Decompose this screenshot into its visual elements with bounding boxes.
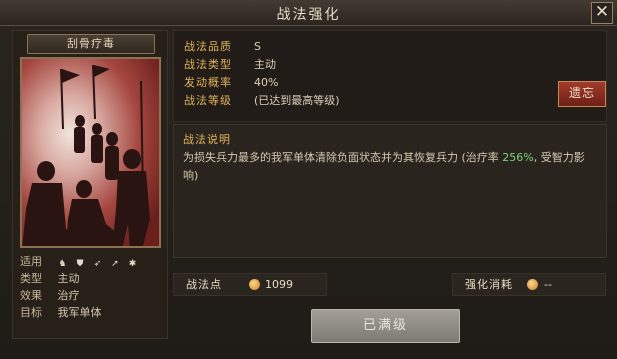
close-icon: ✕ [594, 2, 610, 22]
forget-button[interactable]: 遗忘 [558, 81, 606, 107]
tactic-points-box: 战法点 1099 [173, 273, 327, 296]
info-row-level: 战法等级 (已达到最高等级) [184, 92, 340, 108]
info-value: 主动 [254, 58, 276, 71]
stat-label: 类型 [20, 272, 42, 285]
stat-row-applicable: 适用 ♞ ⛊ ➶ ➚ ✱ [20, 253, 165, 270]
spear-icon: ➚ [111, 258, 119, 269]
tactic-artwork [20, 57, 161, 248]
description-text: 为损失兵力最多的我军单体清除负面状态并为其恢复兵力 (治疗率 256%, 受智力… [183, 149, 593, 185]
info-label: 战法等级 [184, 94, 232, 107]
max-level-button[interactable]: 已满级 [311, 309, 460, 343]
strengthen-cost-label: 强化消耗 [465, 278, 513, 291]
stat-label: 效果 [20, 289, 42, 302]
info-value: (已达到最高等级) [254, 94, 340, 107]
tactic-card: 刮骨疗毒 适用 ♞ ⛊ ➶ ➚ ✱ 类型 主动 效果 治疗 目标 我军单体 [12, 30, 168, 339]
info-label: 战法类型 [184, 58, 232, 71]
description-text-part: 为损失兵力最多的我军单体清除负面状态并为其恢复兵力 (治疗率 [183, 151, 503, 164]
coin-icon [249, 279, 260, 290]
description-title: 战法说明 [183, 133, 231, 146]
info-label: 战法品质 [184, 40, 232, 53]
info-value: 40% [254, 76, 279, 89]
shield-icon: ⛊ [76, 258, 84, 269]
stat-label: 适用 [20, 255, 42, 268]
strengthen-cost-box: 强化消耗 -- [452, 273, 606, 296]
strengthen-window: 战法强化 ✕ 刮骨疗毒 适用 ♞ ⛊ ➶ ➚ ✱ 类型 主动 效果 治疗 目标 … [0, 0, 617, 359]
title-bar: 战法强化 ✕ [0, 0, 617, 26]
strengthen-cost-value: -- [544, 278, 552, 291]
cavalry-icon: ♞ [58, 258, 67, 269]
window-title: 战法强化 [276, 7, 341, 23]
tactic-description-panel: 战法说明 为损失兵力最多的我军单体清除负面状态并为其恢复兵力 (治疗率 256%… [173, 124, 607, 258]
stat-row-target: 目标 我军单体 [20, 304, 165, 321]
info-row-type: 战法类型 主动 [184, 56, 276, 72]
bow-icon: ➶ [93, 258, 102, 269]
info-row-quality: 战法品质 S [184, 38, 261, 54]
stat-label: 目标 [20, 306, 42, 319]
info-label: 发动概率 [184, 76, 232, 89]
tactic-points-label: 战法点 [186, 278, 222, 291]
tactic-points-value: 1099 [265, 278, 293, 291]
soldiers-silhouette-image [22, 65, 150, 246]
info-row-probability: 发动概率 40% [184, 74, 278, 90]
applicable-unit-icons: ♞ ⛊ ➶ ➚ ✱ [58, 256, 142, 269]
stat-row-effect: 效果 治疗 [20, 287, 165, 304]
tactic-info-panel: 战法品质 S 战法类型 主动 发动概率 40% 战法等级 (已达到最高等级) 遗忘 [173, 30, 607, 122]
stat-row-type: 类型 主动 [20, 270, 165, 287]
tactic-name: 刮骨疗毒 [27, 34, 155, 54]
tactic-stats: 适用 ♞ ⛊ ➶ ➚ ✱ 类型 主动 效果 治疗 目标 我军单体 [20, 253, 165, 321]
close-button[interactable]: ✕ [591, 2, 613, 24]
stat-value: 治疗 [57, 289, 80, 302]
siege-icon: ✱ [128, 258, 137, 269]
stat-value: 主动 [57, 272, 80, 285]
info-value: S [254, 40, 261, 53]
heal-rate-value: 256% [502, 151, 534, 164]
coin-icon [527, 279, 538, 290]
stat-value: 我军单体 [57, 306, 102, 319]
